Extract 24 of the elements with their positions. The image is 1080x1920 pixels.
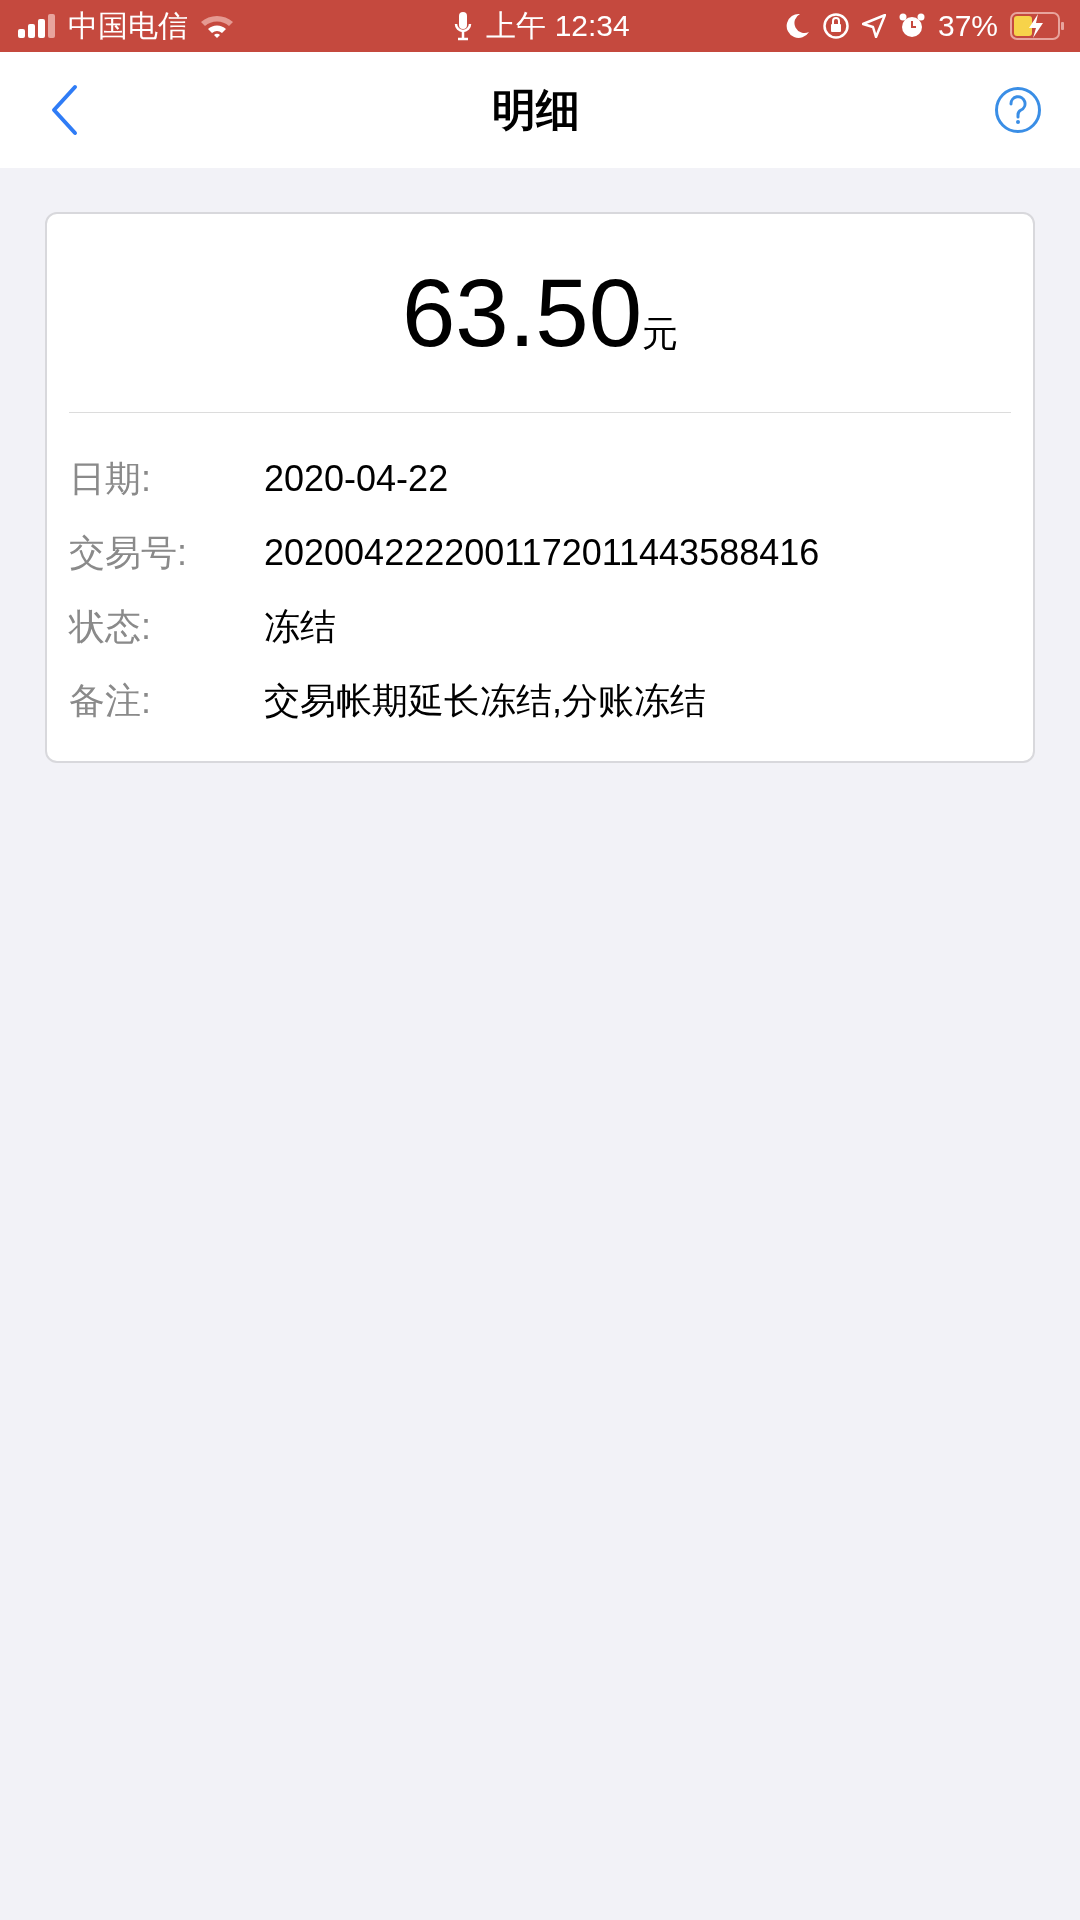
alarm-clock-icon <box>897 12 926 40</box>
detail-label: 日期: <box>69 456 152 501</box>
carrier-name: 中国电信 <box>68 7 188 44</box>
clock-time: 上午 12:34 <box>486 7 630 44</box>
detail-value: 冻结 <box>264 604 336 649</box>
signal-icon <box>18 14 56 38</box>
amount-value: 63.50 <box>401 258 643 368</box>
detail-label: 状态: <box>69 604 152 649</box>
battery-charging-icon <box>1010 12 1066 40</box>
location-arrow-icon <box>861 14 886 38</box>
microphone-icon <box>454 11 473 41</box>
rotation-lock-icon <box>821 12 850 40</box>
back-button[interactable] <box>50 84 78 136</box>
detail-value: 2020-04-22 <box>264 458 449 500</box>
currency-unit: 元 <box>642 312 679 356</box>
wifi-icon <box>200 14 234 38</box>
help-button[interactable] <box>994 86 1042 134</box>
detail-label: 交易号: <box>69 530 188 575</box>
detail-label: 备注: <box>69 678 152 723</box>
detail-value: 交易帐期延长冻结,分账冻结 <box>264 678 706 723</box>
page-title: 明细 <box>492 83 580 136</box>
moon-icon <box>785 13 810 39</box>
detail-value: 2020042222001172011443588416 <box>264 532 820 574</box>
battery-percent: 37% <box>937 9 998 43</box>
